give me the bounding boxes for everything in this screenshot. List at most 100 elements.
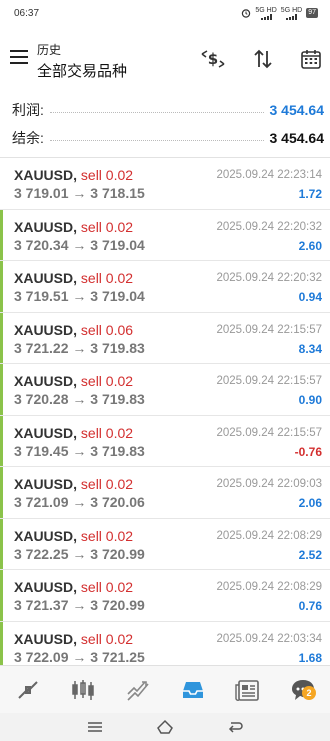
profit-row: 利润: 3 454.64 [0,96,330,124]
close-price: 3 720.99 [90,545,145,562]
deal-profit: 2.06 [298,496,322,510]
deal-time: 2025.09.24 22:20:32 [216,220,322,233]
svg-text:$: $ [208,50,218,68]
deal-row[interactable]: XAUUSD, sell 0.02 3 719.45 → 3 719.83 2025… [0,415,330,467]
deal-profit: 2.52 [298,547,322,562]
deal-symbol: XAUUSD, [14,630,78,647]
deal-row[interactable]: XAUUSD, sell 0.02 3 722.09 → 3 721.25 2025… [0,621,330,665]
deal-time: 2025.09.24 22:23:14 [216,169,322,181]
deal-row[interactable]: XAUUSD, sell 0.02 3 720.34 → 3 719.04 2025… [0,209,330,261]
deal-prices: 3 719.51 → 3 719.04 [14,288,145,304]
deal-row[interactable]: XAUUSD, sell 0.02 3 720.28 → 3 719.83 2025… [0,364,330,416]
deal-symbol-line: XAUUSD, sell 0.02 [14,528,133,544]
open-price: 3 722.09 [14,648,69,665]
deal-row[interactable]: XAUUSD, sell 0.02 3 722.25 → 3 720.99 2025… [0,518,330,570]
arrow-right-icon: → [72,545,87,562]
arrow-right-icon: → [72,648,87,665]
chart-icon [71,679,94,700]
battery-indicator: 97 [306,8,318,18]
deal-profit: 0.94 [298,290,322,304]
network-type-1: 5G HD [255,6,277,14]
open-price: 3 720.28 [14,391,69,407]
nav-trade[interactable] [110,666,165,713]
arrow-right-icon: → [72,185,87,201]
deal-time: 2025.09.24 22:15:57 [216,426,322,439]
deal-time: 2025.09.24 22:15:57 [216,323,322,336]
deal-accent-bar [0,261,3,312]
deal-prices: 3 721.22 → 3 719.83 [14,340,145,356]
open-price: 3 721.37 [14,597,69,613]
nav-history[interactable] [165,666,220,713]
open-price: 3 722.25 [14,545,69,562]
close-price: 3 718.15 [90,185,145,201]
close-price: 3 719.83 [90,339,145,356]
deal-side-volume: sell 0.02 [80,579,134,595]
deal-prices: 3 720.28 → 3 719.83 [14,391,145,407]
arrow-right-icon: → [72,442,87,459]
signal-indicator-2: 5G HD [281,7,302,20]
open-price: 3 720.34 [14,236,69,253]
deal-side-volume: sell 0.02 [80,218,134,235]
nav-messages[interactable]: 2 [275,666,330,713]
back-icon[interactable] [226,720,244,734]
deal-profit: 8.34 [298,341,322,356]
deal-profit: 1.68 [298,650,322,665]
recent-apps-icon[interactable] [86,720,104,734]
history-icon [182,681,203,698]
symbol-filter-title[interactable]: 全部交易品种 [37,60,127,81]
quotes-icon [17,680,38,699]
summary-panel: 利润: 3 454.64 结余: 3 454.64 [0,96,330,152]
deal-side-volume: sell 0.02 [80,476,134,492]
deal-profit: 0.76 [298,599,322,613]
open-price: 3 721.22 [14,339,69,356]
status-time: 06:37 [14,7,40,19]
deal-row[interactable]: XAUUSD, sell 0.02 3 721.37 → 3 720.99 2025… [0,570,330,622]
currency-toggle-icon[interactable]: $ [200,46,226,72]
deal-side-volume: sell 0.02 [80,373,134,389]
deal-profit: 2.60 [298,238,322,253]
deal-accent-bar [0,364,3,415]
messages-badge: 2 [302,686,316,700]
deal-row[interactable]: XAUUSD, sell 0.06 3 721.22 → 3 719.83 2025… [0,312,330,364]
deals-list[interactable]: XAUUSD, sell 0.02 3 719.01 → 3 718.15 2025… [0,158,330,665]
profit-label: 利润: [12,102,44,118]
deal-row[interactable]: XAUUSD, sell 0.02 3 719.01 → 3 718.15 2025… [0,158,330,210]
sort-icon[interactable] [250,46,276,72]
arrow-right-icon: → [72,597,87,613]
deal-symbol-line: XAUUSD, sell 0.02 [14,373,133,389]
nav-news[interactable] [220,666,275,713]
close-price: 3 720.99 [90,597,145,613]
nav-chart[interactable] [55,666,110,713]
menu-icon[interactable] [10,50,28,66]
deal-accent-bar [0,467,3,518]
deal-symbol-line: XAUUSD, sell 0.02 [14,579,133,595]
deal-prices: 3 720.34 → 3 719.04 [14,237,145,253]
home-icon[interactable] [155,719,175,735]
nav-quotes[interactable] [0,666,55,713]
calendar-icon[interactable] [298,46,324,72]
deal-side-volume: sell 0.02 [80,167,134,183]
deal-side-volume: sell 0.02 [80,270,134,286]
leader-dots [49,111,264,113]
system-nav-bar [0,713,330,741]
app-bar: 历史 全部交易品种 $ [0,36,330,88]
trade-icon [126,680,149,701]
deal-symbol: XAUUSD, [14,527,78,544]
deal-prices: 3 722.09 → 3 721.25 [14,649,145,665]
balance-row: 结余: 3 454.64 [0,124,330,152]
news-icon [234,679,259,701]
deal-time: 2025.09.24 22:20:32 [216,272,322,284]
status-indicators: 5G HD 5G HD 97 [241,7,318,20]
deal-symbol: XAUUSD, [14,321,78,338]
page-subtitle: 历史 [37,43,62,57]
deal-row[interactable]: XAUUSD, sell 0.02 3 721.09 → 3 720.06 2025… [0,467,330,519]
deal-accent-bar [0,570,3,621]
deal-prices: 3 721.09 → 3 720.06 [14,494,145,510]
deal-time: 2025.09.24 22:15:57 [216,375,322,387]
deal-prices: 3 719.01 → 3 718.15 [14,185,145,201]
open-price: 3 719.51 [14,288,69,304]
deal-symbol-line: XAUUSD, sell 0.02 [14,476,133,492]
deal-symbol-line: XAUUSD, sell 0.02 [14,270,133,286]
deal-row[interactable]: XAUUSD, sell 0.02 3 719.51 → 3 719.04 2025… [0,261,330,313]
deal-symbol: XAUUSD, [14,167,78,183]
